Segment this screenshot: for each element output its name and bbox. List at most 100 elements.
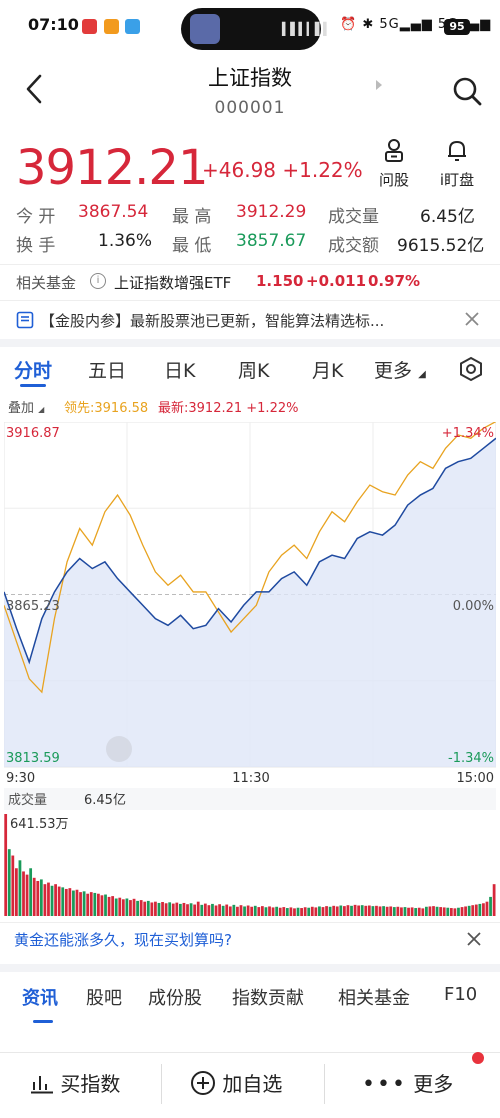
volume-bar — [104, 894, 107, 916]
intraday-chart[interactable]: 3916.87 3865.23 3813.59 +1.34% 0.00% -1.… — [4, 422, 496, 918]
volume-bar — [47, 882, 50, 916]
tab-more[interactable]: 更多 ◢ — [374, 356, 426, 383]
next-arrow-icon[interactable] — [376, 80, 382, 90]
search-icon[interactable] — [450, 74, 484, 108]
volume-max-label: 641.53万 — [10, 817, 69, 832]
volume-bar — [189, 903, 193, 916]
close-icon[interactable] — [464, 311, 480, 327]
tab-related-funds[interactable]: 相关基金 — [338, 984, 410, 1010]
volume-bar — [114, 898, 118, 916]
tab-monthly-k[interactable]: 月K — [312, 356, 343, 383]
turnover-value: 1.36% — [98, 231, 153, 251]
pct-mid-label: 0.00% — [453, 599, 494, 614]
volume-bar — [250, 906, 254, 916]
volume-bar — [200, 904, 204, 916]
volume-bar — [367, 905, 371, 916]
volume-bar — [285, 908, 289, 916]
ad-text: 黄金还能涨多久，现在买划算吗? — [14, 931, 232, 949]
volume-bar — [364, 905, 368, 916]
volume-bar — [293, 908, 296, 916]
volume-bar — [389, 906, 393, 916]
volume-bar — [261, 906, 264, 916]
volume-bar — [7, 849, 11, 916]
volume-bar — [11, 855, 15, 916]
volume-bar — [268, 906, 271, 916]
document-icon — [16, 311, 34, 329]
tab-index-contribution[interactable]: 指数贡献 — [232, 984, 304, 1010]
tab-forum[interactable]: 股吧 — [86, 984, 122, 1010]
volume-bar — [125, 898, 129, 916]
low-label: 最 低 — [172, 236, 212, 256]
plus-circle-icon — [191, 1071, 215, 1095]
related-fund-label: 相关基金 — [16, 274, 77, 292]
tab-five-day[interactable]: 五日 — [88, 356, 126, 383]
divider — [161, 1064, 162, 1104]
volume-bar — [171, 903, 175, 916]
volume-bar — [442, 907, 446, 916]
volume-bar — [257, 907, 261, 916]
info-icon[interactable]: i — [90, 273, 106, 289]
volume-bar — [43, 884, 47, 916]
volume-bar — [150, 902, 154, 916]
volume-label: 成交量 — [328, 207, 379, 227]
leader-value: 领先:3916.58 — [64, 401, 149, 416]
volume-bar — [360, 905, 364, 916]
volume-bar — [50, 885, 54, 916]
volume-bar — [193, 904, 197, 916]
ask-stock-label: 问股 — [378, 171, 409, 189]
overlay-button[interactable]: 叠加 ◢ — [8, 397, 44, 416]
volume-bar — [271, 907, 275, 916]
fund-price: 1.150 — [256, 272, 304, 290]
close-icon[interactable] — [466, 931, 482, 947]
amount-label: 成交额 — [328, 236, 379, 256]
volume-bar — [310, 906, 314, 916]
latest-value: 最新:3912.21 +1.22% — [158, 401, 299, 416]
volume-section-label[interactable]: 成交量 — [8, 792, 47, 808]
related-fund-row[interactable]: 相关基金 i 上证指数增强ETF 1.150 +0.011 0.97% — [0, 264, 500, 295]
add-watchlist-button[interactable]: 加自选 — [190, 1068, 282, 1097]
question-person-icon — [385, 139, 403, 162]
volume-bar — [371, 906, 375, 916]
amount-value: 9615.52亿 — [397, 236, 485, 256]
volume-bar — [307, 907, 311, 916]
volume-bar — [407, 907, 410, 916]
y-axis-mid-label: 3865.23 — [6, 599, 60, 614]
volume-bar — [417, 907, 421, 916]
volume-bar — [64, 888, 68, 916]
volume-bar — [129, 900, 132, 916]
volume-bar — [353, 904, 357, 916]
app-notification-icon — [104, 19, 119, 34]
volume-bar — [403, 907, 407, 916]
volume-bar — [253, 905, 257, 916]
news-banner[interactable]: 【金股内参】最新股票池已更新，智能算法精选标... — [0, 300, 500, 347]
tab-intraday[interactable]: 分时 — [14, 356, 52, 383]
volume-bar — [425, 906, 428, 916]
watch-button[interactable]: i盯盘 — [427, 137, 487, 190]
volume-bar — [36, 880, 40, 916]
tab-f10[interactable]: F10 — [444, 984, 477, 1005]
volume-bar — [321, 907, 325, 916]
volume-bar — [446, 907, 450, 916]
buy-index-button[interactable]: 买指数 — [30, 1068, 120, 1097]
fund-name: 上证指数增强ETF — [114, 274, 232, 292]
clock: 07:10 — [28, 15, 79, 34]
volume-bar — [4, 814, 8, 916]
tab-weekly-k[interactable]: 周K — [238, 356, 269, 383]
volume-bar — [186, 904, 189, 916]
volume-bar — [111, 896, 115, 916]
tab-constituents[interactable]: 成份股 — [148, 984, 202, 1010]
volume-bar — [325, 906, 328, 916]
volume-bar — [82, 891, 86, 916]
open-value: 3867.54 — [78, 202, 149, 222]
volume-bar — [346, 905, 350, 916]
settings-icon[interactable] — [458, 356, 484, 382]
ad-banner[interactable]: 黄金还能涨多久，现在买划算吗? — [0, 922, 500, 957]
volume-bar — [300, 908, 303, 916]
tab-news[interactable]: 资讯 — [22, 984, 58, 1010]
tab-daily-k[interactable]: 日K — [164, 356, 195, 383]
more-button[interactable]: ••• 更多 — [362, 1068, 453, 1097]
ask-stock-button[interactable]: 问股 — [364, 137, 424, 190]
volume-bar — [154, 901, 157, 916]
price-change: +46.98 +1.22% — [202, 158, 363, 182]
current-price: 3912.21 — [16, 140, 208, 196]
